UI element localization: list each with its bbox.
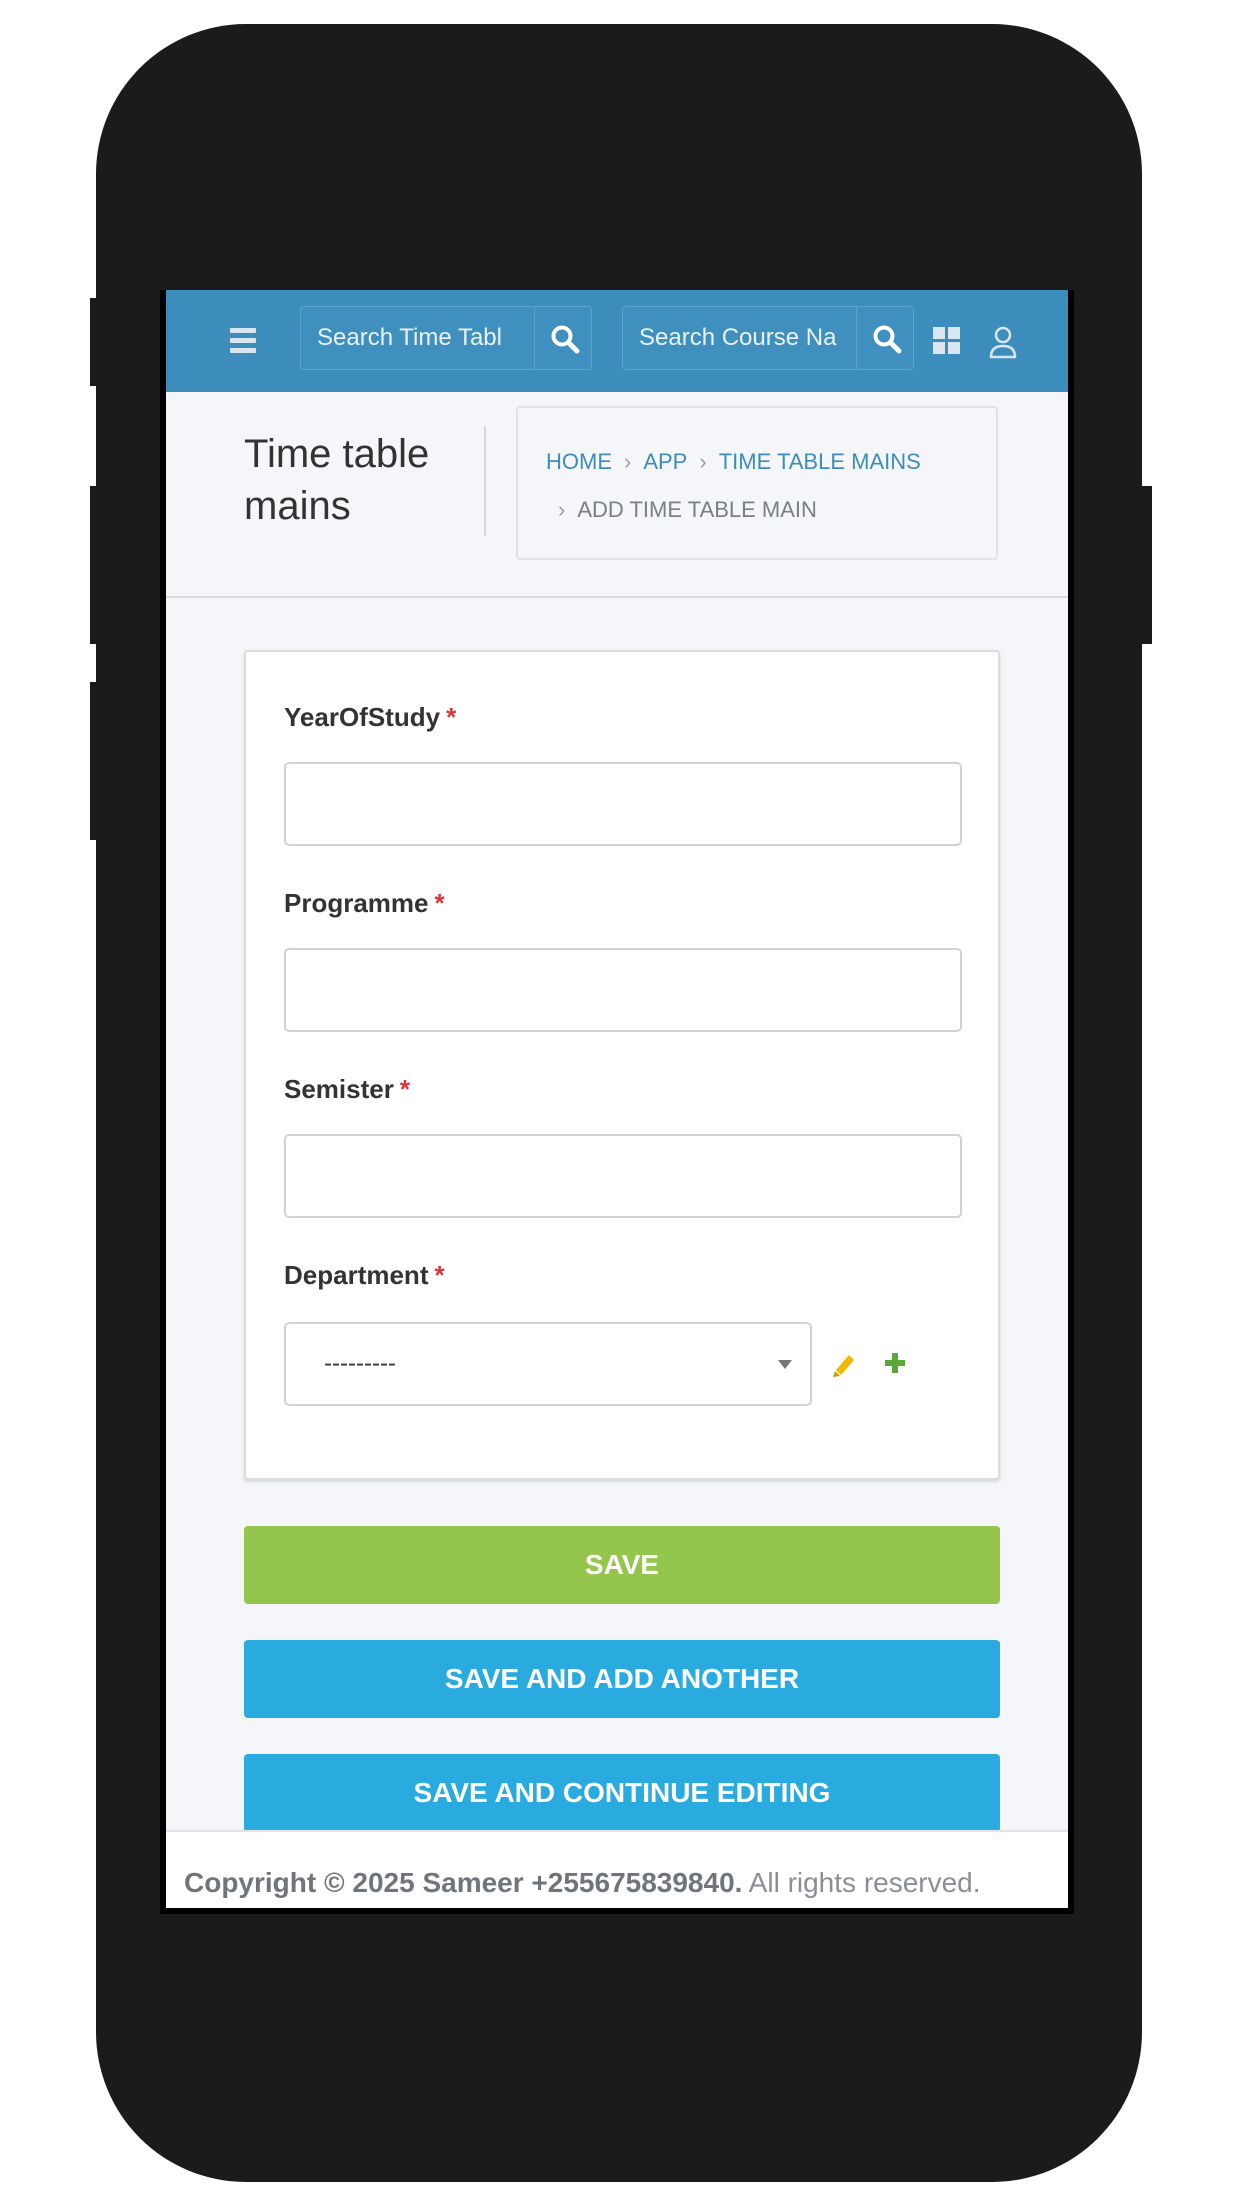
programme-label: Programme *	[284, 888, 445, 919]
semister-label-text: Semister	[284, 1074, 394, 1104]
user-icon[interactable]	[988, 324, 1018, 360]
department-select[interactable]: ---------	[284, 1322, 812, 1406]
save-button[interactable]: SAVE	[244, 1526, 1000, 1604]
programme-input[interactable]	[284, 948, 962, 1032]
year-of-study-label-text: YearOfStudy	[284, 702, 441, 732]
breadcrumb-time-table-mains-link[interactable]: TIME TABLE MAINS	[719, 449, 921, 474]
breadcrumb-separator: ›	[558, 497, 566, 522]
breadcrumb-home-link[interactable]: HOME	[546, 449, 612, 474]
breadcrumb-app-link[interactable]: APP	[643, 449, 687, 474]
apps-grid-icon[interactable]	[932, 326, 962, 356]
top-navbar: Search Time Tabl Search Course Na	[166, 290, 1068, 392]
required-marker: *	[446, 702, 457, 732]
department-label: Department *	[284, 1260, 445, 1291]
course-search: Search Course Na	[622, 306, 914, 370]
department-selected-value: ---------	[324, 1350, 396, 1377]
footer-rights: All rights reserved.	[748, 1867, 981, 1898]
plus-icon[interactable]	[882, 1350, 908, 1376]
semister-label: Semister *	[284, 1074, 410, 1105]
course-search-input[interactable]: Search Course Na	[622, 306, 856, 370]
semister-input[interactable]	[284, 1134, 962, 1218]
form-card: YearOfStudy * Programme * Semister * Depart…	[244, 650, 1000, 1480]
page-title: Time table mains	[244, 432, 430, 528]
menu-icon[interactable]	[230, 328, 256, 354]
save-and-add-another-button[interactable]: SAVE AND ADD ANOTHER	[244, 1640, 1000, 1718]
chevron-down-icon	[778, 1360, 792, 1369]
breadcrumb-current: ADD TIME TABLE MAIN	[577, 497, 817, 522]
breadcrumb: HOME › APP › TIME TABLE MAINS › ADD TIME TABL…	[516, 406, 998, 560]
year-of-study-label: YearOfStudy *	[284, 702, 456, 733]
header-divider	[484, 426, 486, 536]
time-table-search-button[interactable]	[534, 306, 592, 370]
search-icon	[873, 325, 902, 354]
required-marker: *	[434, 1260, 445, 1290]
search-icon	[551, 325, 580, 354]
footer-copyright: Copyright © 2025 Sameer +255675839840.	[184, 1867, 743, 1898]
department-label-text: Department	[284, 1260, 429, 1290]
required-marker: *	[399, 1074, 410, 1104]
breadcrumb-separator: ›	[699, 449, 707, 474]
page-header: Time table mains HOME › APP › TIME TABLE MAI…	[166, 392, 1068, 598]
pencil-icon[interactable]	[832, 1350, 858, 1378]
app-screen: Search Time Tabl Search Course Na Time t…	[160, 290, 1074, 1914]
course-search-button[interactable]	[856, 306, 914, 370]
breadcrumb-separator: ›	[624, 449, 632, 474]
required-marker: *	[434, 888, 445, 918]
save-and-continue-editing-button[interactable]: SAVE AND CONTINUE EDITING	[244, 1754, 1000, 1832]
programme-label-text: Programme	[284, 888, 429, 918]
year-of-study-input[interactable]	[284, 762, 962, 846]
time-table-search-input[interactable]: Search Time Tabl	[300, 306, 534, 370]
time-table-search: Search Time Tabl	[300, 306, 592, 370]
footer: Copyright © 2025 Sameer +255675839840. A…	[166, 1830, 1068, 1908]
